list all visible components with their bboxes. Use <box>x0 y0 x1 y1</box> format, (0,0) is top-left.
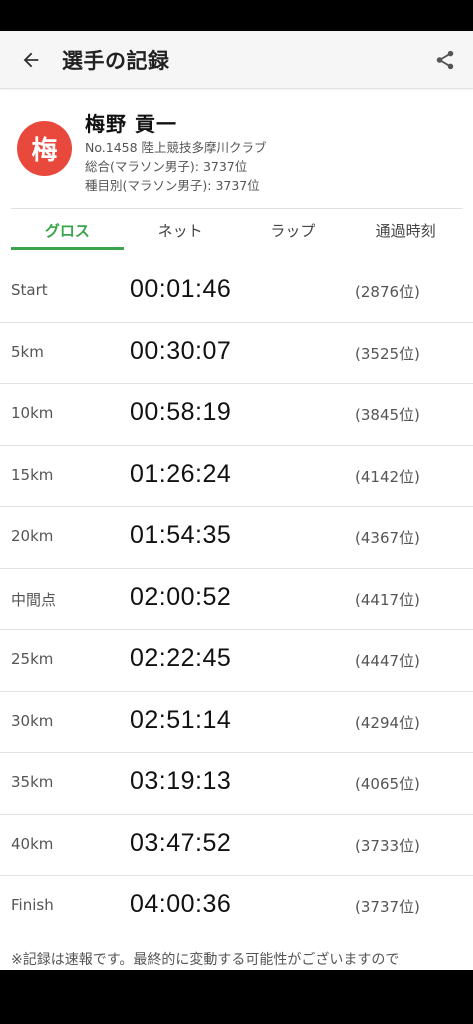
split-row: Finish 04:00:36 (3737位) <box>0 876 473 938</box>
runner-profile: 梅 梅野 貢一 No.1458 陸上競技多摩川クラブ 総合(マラソン男子): 3… <box>0 89 473 207</box>
split-label: Start <box>11 281 48 299</box>
split-row: 中間点 02:00:52 (4417位) <box>0 569 473 630</box>
split-list: Start 00:01:46 (2876位) 5km 00:30:07 (352… <box>0 261 473 938</box>
split-rank: (4065位) <box>355 775 420 793</box>
split-time: 02:51:14 <box>130 705 232 734</box>
app-bar: 選手の記録 <box>0 31 473 89</box>
split-time: 03:19:13 <box>130 767 232 795</box>
split-row: 35km 03:19:13 (4065位) <box>0 753 473 815</box>
split-time: 00:58:19 <box>130 398 232 426</box>
split-time: 04:00:36 <box>130 890 232 918</box>
overall-rank: 総合(マラソン男子): 3737位 <box>85 159 248 174</box>
arrow-back-icon <box>23 52 39 67</box>
split-rank: (4294位) <box>355 713 420 732</box>
split-rank: (4447位) <box>355 652 420 670</box>
split-label: 40km <box>11 834 54 853</box>
category-rank: 種目別(マラソン男子): 3737位 <box>85 178 260 193</box>
split-time: 01:54:35 <box>130 521 232 549</box>
share-button[interactable] <box>417 31 473 89</box>
split-rank: (4367位) <box>355 529 420 547</box>
tab-passing-time[interactable]: 通過時刻 <box>349 209 462 252</box>
split-time: 03:47:52 <box>130 828 232 857</box>
split-label: 35km <box>11 773 54 791</box>
split-row: 10km 00:58:19 (3845位) <box>0 384 473 446</box>
split-row: 40km 03:47:52 (3733位) <box>0 815 473 876</box>
page-title: 選手の記録 <box>62 48 170 73</box>
disclaimer-note: ※記録は速報です。最終的に変動する可能性がございますので <box>11 952 400 968</box>
split-rank: (4142位) <box>355 467 420 486</box>
split-time: 00:01:46 <box>130 275 232 303</box>
split-row: Start 00:01:46 (2876位) <box>0 261 473 323</box>
split-label: 30km <box>11 711 54 730</box>
avatar: 梅 <box>17 121 72 176</box>
tab-gross[interactable]: グロス <box>11 209 124 252</box>
split-time: 01:26:24 <box>130 459 232 488</box>
share-icon <box>436 50 454 69</box>
split-rank: (4417位) <box>355 590 420 609</box>
split-time: 02:00:52 <box>130 582 232 611</box>
split-rank: (3733位) <box>355 836 420 855</box>
split-tabs: グロス ネット ラップ 通過時刻 <box>11 208 462 252</box>
split-row: 5km 00:30:07 (3525位) <box>0 323 473 384</box>
split-row: 20km 01:54:35 (4367位) <box>0 507 473 569</box>
split-rank: (3525位) <box>355 344 420 363</box>
split-time: 00:30:07 <box>130 336 232 365</box>
split-row: 25km 02:22:45 (4447位) <box>0 630 473 692</box>
split-rank: (2876位) <box>355 283 420 301</box>
runner-name: 梅野 貢一 <box>85 112 177 136</box>
app-screen: 選手の記録 梅 梅野 貢一 No.1458 陸上競技多摩川クラブ 総合(マラソン… <box>0 31 473 970</box>
navigation-bar <box>0 970 473 1024</box>
split-label: Finish <box>11 896 54 914</box>
back-button[interactable] <box>0 31 62 89</box>
split-label: 15km <box>11 465 54 484</box>
tab-lap[interactable]: ラップ <box>237 209 350 252</box>
split-label: 10km <box>11 404 54 422</box>
split-time: 02:22:45 <box>130 644 232 672</box>
split-row: 30km 02:51:14 (4294位) <box>0 692 473 753</box>
split-row: 15km 01:26:24 (4142位) <box>0 446 473 507</box>
split-label: 25km <box>11 650 54 668</box>
split-label: 5km <box>11 342 44 361</box>
split-rank: (3737位) <box>355 898 420 916</box>
tab-net[interactable]: ネット <box>124 209 237 252</box>
split-rank: (3845位) <box>355 406 420 424</box>
status-bar <box>0 0 473 31</box>
split-label: 20km <box>11 527 54 545</box>
split-label: 中間点 <box>11 590 57 609</box>
runner-number-club: No.1458 陸上競技多摩川クラブ <box>85 140 267 155</box>
